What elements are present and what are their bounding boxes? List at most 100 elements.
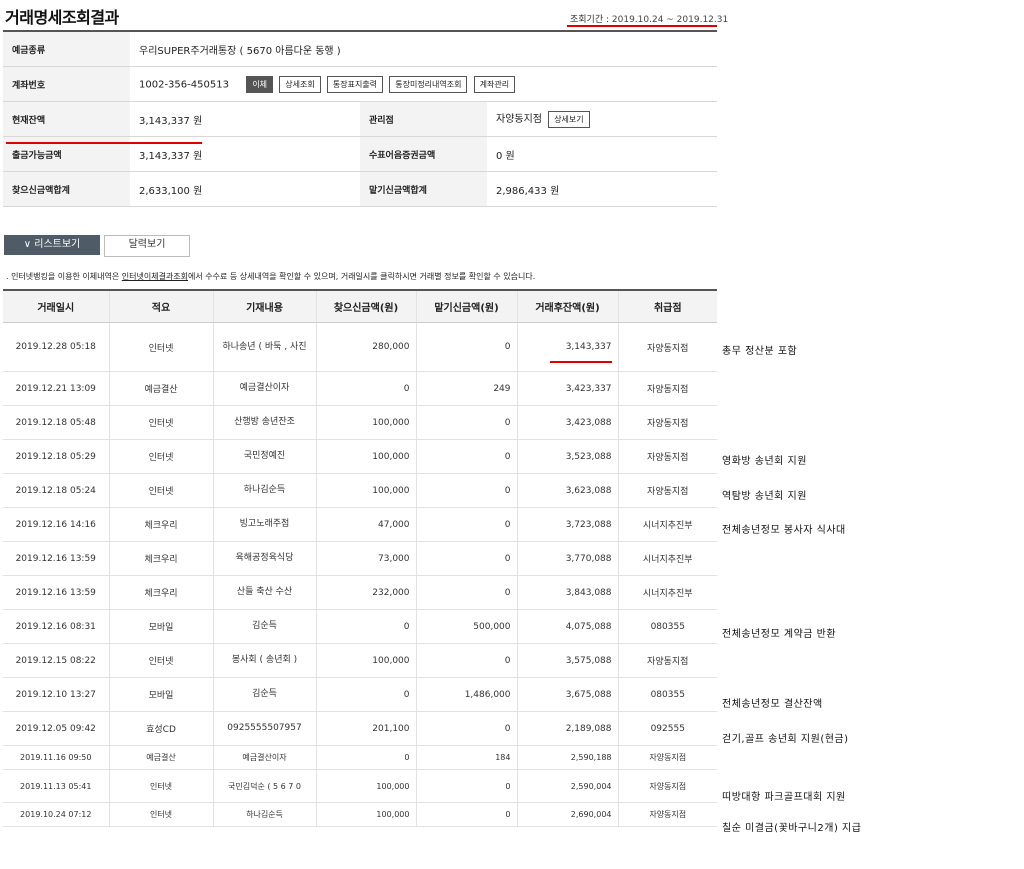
memo-note: 칠순 미결금(꽃바구니2개) 지급 (722, 823, 862, 834)
notice-text: . 인터넷뱅킹을 이용한 이체내역은 인터넷이체결과조회에서 수수료 등 상세내… (6, 271, 535, 282)
cell-balance: 4,075,088 (516, 609, 618, 644)
memo-note: 걷기,골프 송년회 지원(현금) (722, 734, 849, 745)
cell-deposit: 249 (415, 371, 517, 406)
cell-balance: 3,575,088 (516, 643, 618, 678)
col-header-branch: 취급점 (617, 289, 717, 323)
notice-prefix: . 인터넷뱅킹을 이용한 이체내역은 (6, 272, 122, 281)
col-header-deposit: 맡기신금액(원) (415, 289, 517, 323)
cell-datetime[interactable]: 2019.12.16 13:59 (3, 541, 109, 576)
tab-list-view[interactable]: ∨ 리스트보기 (4, 235, 100, 255)
cell-summary: 인터넷 (108, 322, 213, 372)
current-balance-value: 3,143,337 원 (130, 101, 360, 137)
cell-deposit: 0 (415, 473, 517, 508)
cell-datetime[interactable]: 2019.12.18 05:29 (3, 439, 109, 474)
col-header-datetime[interactable]: 거래일시 (3, 289, 109, 323)
table-row: 2019.12.10 13:27 모바일 김순득 0 1,486,000 3,675,08… (3, 677, 717, 712)
cell-datetime[interactable]: 2019.12.16 14:16 (3, 507, 109, 542)
managing-branch-value: 자양동지점 (496, 114, 542, 126)
cell-branch: 자양동지점 (617, 745, 717, 770)
transfer-button[interactable]: 이체 (246, 75, 274, 93)
cell-summary: 예금결산 (108, 745, 213, 770)
cell-branch: 080355 (617, 609, 717, 644)
cell-description: 봉사회 ( 송년회 ) (212, 643, 316, 678)
cell-branch: 자양동지점 (617, 322, 717, 372)
cell-deposit: 0 (415, 802, 517, 827)
cell-branch: 092555 (617, 711, 717, 746)
cell-datetime[interactable]: 2019.12.16 13:59 (3, 575, 109, 610)
cell-branch: 자양동지점 (617, 371, 717, 406)
account-row: 계좌번호 1002-356-450513 이체 상세조회 통장표지출력 통장미정… (3, 66, 718, 102)
cell-balance: 3,423,088 (516, 405, 618, 440)
cell-balance: 3,675,088 (516, 677, 618, 712)
cell-datetime[interactable]: 2019.12.16 08:31 (3, 609, 109, 644)
cell-balance: 3,523,088 (516, 439, 618, 474)
table-row: 2019.12.16 13:59 체크우리 육해공정육식당 73,000 0 3,770,… (3, 541, 717, 576)
managing-branch-cell: 자양동지점 상세보기 (487, 101, 718, 137)
cell-summary: 효성CD (108, 711, 213, 746)
cell-withdrawal: 232,000 (315, 575, 416, 610)
chevron-down-icon: ∨ (23, 239, 32, 250)
table-row: 2019.12.18 05:48 인터넷 산행방 송년잔조 100,000 0 3,423… (3, 405, 717, 440)
cell-datetime[interactable]: 2019.11.13 05:41 (3, 769, 109, 803)
table-row: 2019.12.16 08:31 모바일 김순득 0 500,000 4,075,088 0… (3, 609, 717, 644)
check-amount-value: 0 원 (487, 136, 718, 172)
cell-summary: 인터넷 (108, 405, 213, 440)
period-label: 조회기간 : (570, 15, 610, 25)
cell-withdrawal: 100,000 (315, 439, 416, 474)
passbook-cover-print-button[interactable]: 통장표지출력 (326, 75, 384, 93)
cell-description: 산들 축산 수산 (212, 575, 316, 610)
cell-datetime[interactable]: 2019.12.21 13:09 (3, 371, 109, 406)
cell-description: 하나김순득 (212, 473, 316, 508)
cell-deposit: 0 (415, 507, 517, 542)
current-balance-label: 현재잔액 (3, 101, 130, 137)
cell-datetime[interactable]: 2019.12.05 09:42 (3, 711, 109, 746)
cell-description: 김순득 (212, 609, 316, 644)
memo-note: 총무 정산분 포함 (722, 346, 798, 357)
page-title: 거래명세조회결과 (5, 8, 119, 27)
cell-branch: 자양동지점 (617, 643, 717, 678)
cell-deposit: 0 (415, 643, 517, 678)
cell-datetime[interactable]: 2019.10.24 07:12 (3, 802, 109, 827)
account-management-button[interactable]: 계좌관리 (473, 75, 516, 93)
branch-detail-button[interactable]: 상세보기 (548, 110, 590, 128)
cell-summary: 모바일 (108, 677, 213, 712)
cell-branch: 자양동지점 (617, 473, 717, 508)
cell-datetime[interactable]: 2019.12.18 05:48 (3, 405, 109, 440)
col-header-withdrawal: 찾으신금액(원) (315, 289, 416, 323)
cell-description: 김순득 (212, 677, 316, 712)
table-row: 2019.11.16 09:50 예금결산 예금결산이자 0 184 2,590,188 자… (3, 745, 717, 770)
unrecorded-inquiry-button[interactable]: 통장미정리내역조회 (389, 75, 468, 93)
memo-note: 띠방대항 파크골프대회 지원 (722, 792, 846, 803)
deposit-total-label: 맡기신금액합계 (360, 171, 487, 207)
cell-branch: 시너지추진부 (617, 541, 717, 576)
table-row: 2019.12.15 08:22 인터넷 봉사회 ( 송년회 ) 100,000 0 3,… (3, 643, 717, 678)
cell-description: 예금결산이자 (212, 371, 316, 406)
detail-inquiry-button[interactable]: 상세조회 (279, 75, 321, 93)
cell-balance: 3,143,337 (516, 322, 618, 372)
col-header-summary: 적요 (108, 289, 213, 323)
cell-deposit: 0 (415, 575, 517, 610)
memo-note: 역탐방 송년회 지원 (722, 491, 807, 502)
cell-description: 예금결산이자 (212, 745, 316, 770)
table-row: 2019.12.16 14:16 체크우리 빙고노래주점 47,000 0 3,723,0… (3, 507, 717, 542)
cell-branch: 자양동지점 (617, 405, 717, 440)
transaction-rows: 2019.12.28 05:18 인터넷 하나송년 ( 바둑 , 사진 280,000… (3, 322, 717, 827)
cell-deposit: 0 (415, 405, 517, 440)
internet-transfer-result-link[interactable]: 인터넷이체결과조회 (122, 272, 188, 281)
cell-datetime[interactable]: 2019.12.28 05:18 (3, 322, 109, 372)
cell-balance: 3,843,088 (516, 575, 618, 610)
cell-deposit: 0 (415, 541, 517, 576)
cell-datetime[interactable]: 2019.12.10 13:27 (3, 677, 109, 712)
cell-description: 산행방 송년잔조 (212, 405, 316, 440)
cell-deposit: 0 (415, 711, 517, 746)
cell-summary: 예금결산 (108, 371, 213, 406)
cell-datetime[interactable]: 2019.12.15 08:22 (3, 643, 109, 678)
cell-datetime[interactable]: 2019.11.16 09:50 (3, 745, 109, 770)
withdraw-total-value: 2,633,100 원 (130, 171, 360, 207)
cell-withdrawal: 100,000 (315, 473, 416, 508)
tab-calendar-view[interactable]: 달력보기 (104, 235, 190, 257)
cell-datetime[interactable]: 2019.12.18 05:24 (3, 473, 109, 508)
cell-withdrawal: 0 (315, 371, 416, 406)
cell-branch: 자양동지점 (617, 802, 717, 827)
cell-withdrawal: 280,000 (315, 322, 416, 372)
